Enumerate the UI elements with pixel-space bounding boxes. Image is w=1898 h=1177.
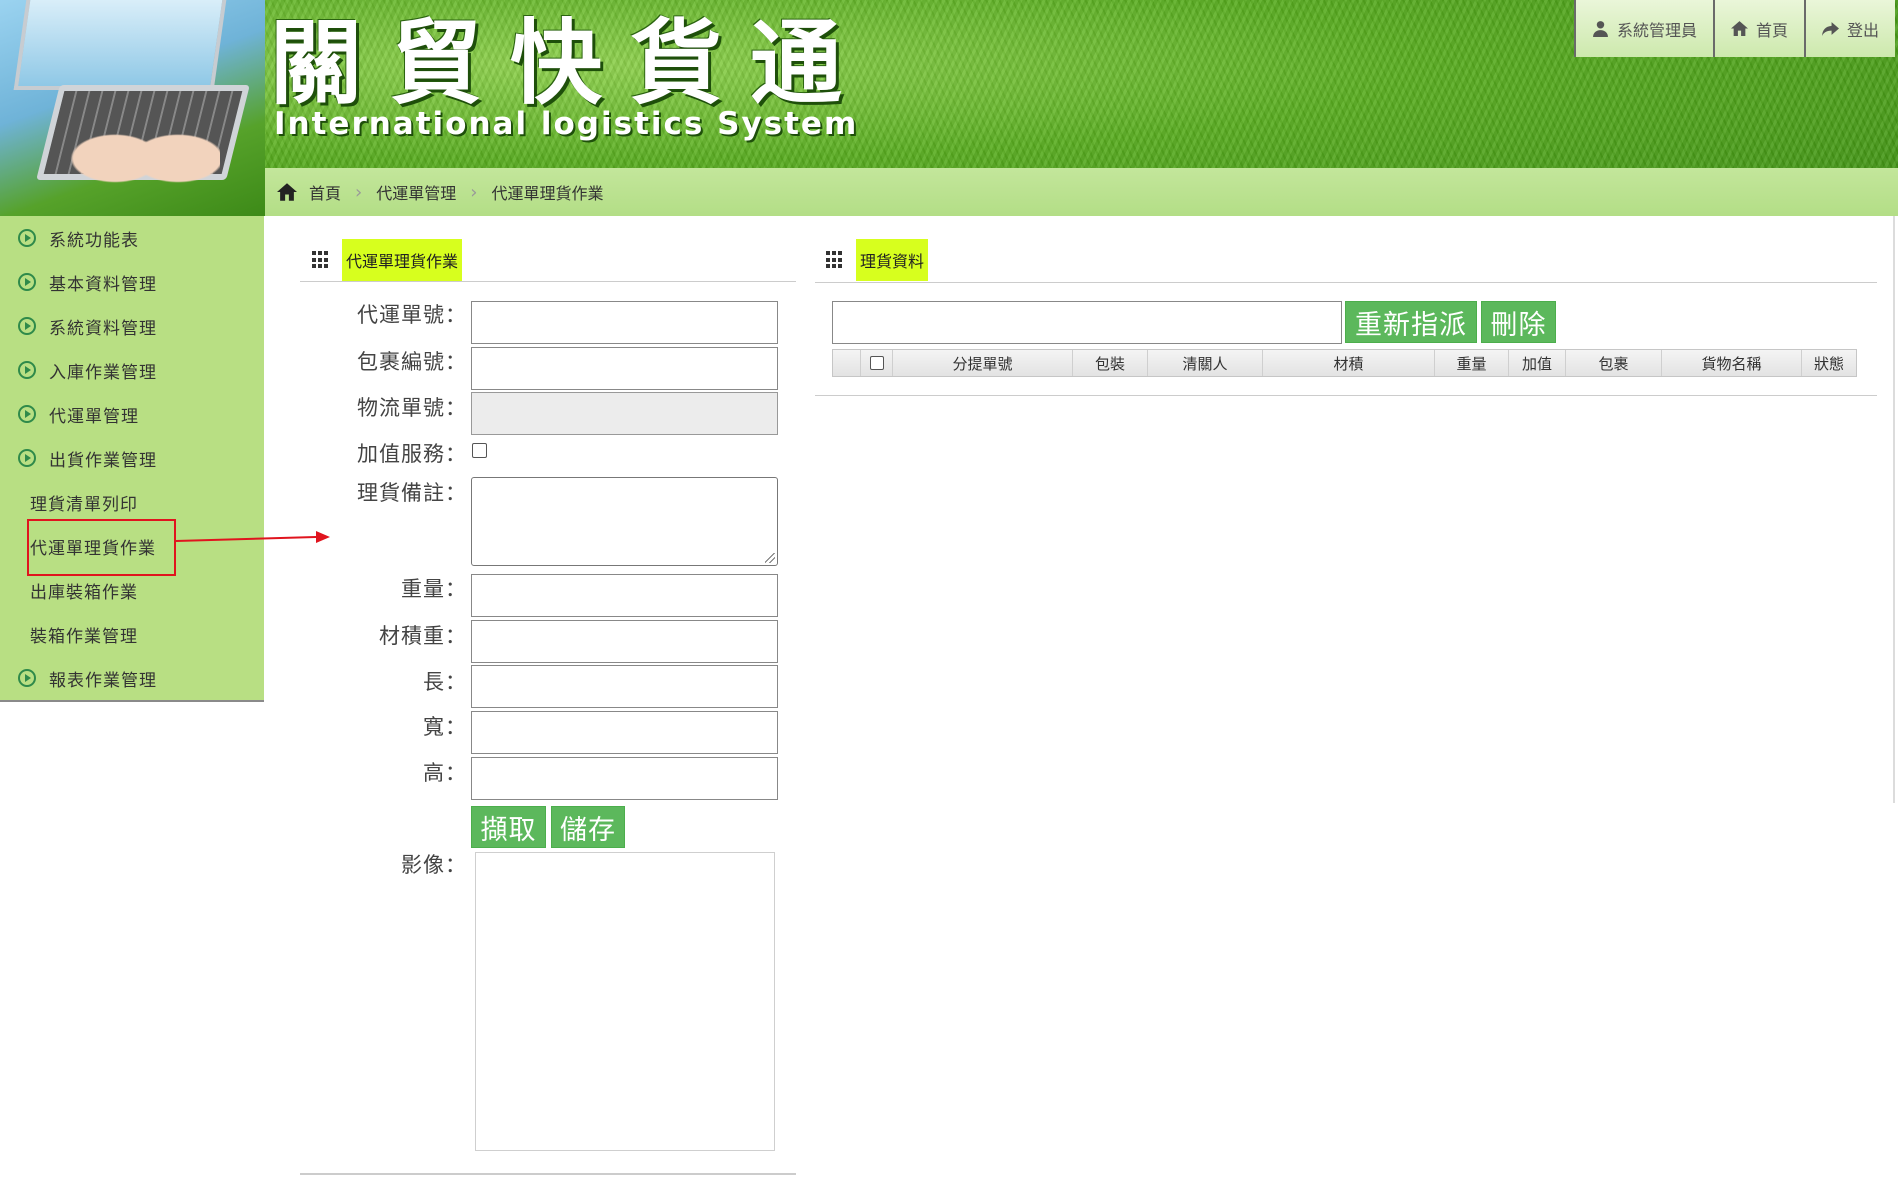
circle-play-icon (18, 669, 36, 687)
logo-chinese-title: 關貿快貨通 (270, 10, 871, 117)
column-header[interactable]: 加值 (1509, 350, 1566, 376)
breadcrumb-shipping-order[interactable]: 代運單管理 (376, 180, 456, 204)
divider (300, 281, 796, 282)
height-input[interactable] (471, 757, 778, 800)
laptop-banner-image (0, 0, 265, 216)
nav-admin-label: 系統管理員 (1616, 20, 1697, 40)
left-panel-header: 代運單理貨作業 (312, 239, 463, 281)
select-all-cell (861, 350, 893, 376)
left-panel-title: 代運單理貨作業 (342, 239, 463, 281)
column-header[interactable]: 重量 (1435, 350, 1509, 376)
breadcrumb: 首頁 › 代運單管理 › 代運單理貨作業 (265, 168, 1898, 216)
tally-table-header: 分提單號 包裝 清關人 材積 重量 加值 包裹 貨物名稱 狀態 (832, 349, 1857, 377)
width-input[interactable] (471, 711, 778, 754)
breadcrumb-home[interactable]: 首頁 (309, 180, 341, 204)
breadcrumb-current: 代運單理貨作業 (491, 184, 604, 203)
app-header: 關貿快貨通 International logistics System 系統管… (0, 0, 1898, 216)
sidebar-item-shipping-order[interactable]: 代運單管理 (0, 392, 264, 436)
user-icon (1593, 21, 1608, 37)
sidebar-item-inbound[interactable]: 入庫作業管理 (0, 348, 264, 392)
sidebar-item-system-data[interactable]: 系統資料管理 (0, 304, 264, 348)
circle-play-icon (18, 229, 36, 247)
sidebar-item-basic-data[interactable]: 基本資料管理 (0, 260, 264, 304)
grid-icon (312, 251, 330, 269)
sidebar-item-system-menu[interactable]: 系統功能表 (0, 216, 264, 260)
resize-grip-icon[interactable] (765, 553, 775, 563)
divider (815, 282, 1877, 283)
weight-label: 重量： (401, 577, 467, 601)
annotation-highlight-box (27, 519, 176, 576)
nav-home-label: 首頁 (1755, 20, 1788, 40)
top-nav: 系統管理員 首頁 登出 (1573, 0, 1895, 57)
remark-textarea[interactable] (471, 477, 778, 566)
nav-home-button[interactable]: 首頁 (1712, 0, 1804, 57)
column-header[interactable]: 狀態 (1802, 350, 1856, 376)
right-panel-header: 理貨資料 (826, 239, 929, 281)
divider (815, 395, 1877, 396)
order-no-label: 代運單號： (357, 303, 467, 327)
logistics-no-input (471, 392, 778, 435)
chevron-right-icon: › (355, 181, 363, 203)
nav-admin-button[interactable]: 系統管理員 (1573, 0, 1713, 57)
capture-button[interactable]: 擷取 (471, 806, 546, 848)
package-no-label: 包裹編號： (357, 350, 467, 374)
circle-play-icon (18, 449, 36, 467)
image-preview (475, 852, 775, 1151)
right-panel-title: 理貨資料 (856, 239, 929, 281)
column-header[interactable]: 貨物名稱 (1662, 350, 1802, 376)
circle-play-icon (18, 361, 36, 379)
delete-button[interactable]: 刪除 (1481, 301, 1556, 343)
table-header-spacer (833, 350, 861, 376)
order-no-input[interactable] (471, 301, 778, 344)
logo-english-title: International logistics System (274, 106, 859, 142)
logistics-no-label: 物流單號： (357, 396, 467, 420)
sidebar-item-reports[interactable]: 報表作業管理 (0, 656, 264, 700)
sidebar-sub-item-packing-management[interactable]: 裝箱作業管理 (0, 612, 264, 656)
home-icon[interactable] (277, 182, 297, 202)
sidebar-item-outbound[interactable]: 出貨作業管理 (0, 436, 264, 480)
chevron-right-icon: › (470, 181, 478, 203)
reassign-input[interactable] (832, 301, 1342, 344)
length-input[interactable] (471, 665, 778, 708)
weight-input[interactable] (471, 574, 778, 617)
column-header[interactable]: 材積 (1263, 350, 1435, 376)
sidebar-sub-item-tally-print[interactable]: 理貨清單列印 (0, 480, 264, 524)
remark-label: 理貨備註： (357, 481, 467, 505)
circle-play-icon (18, 405, 36, 423)
annotation-arrow-icon (175, 531, 330, 543)
column-header[interactable]: 清關人 (1148, 350, 1263, 376)
grid-icon (826, 251, 844, 269)
value-added-label: 加值服務： (357, 442, 467, 466)
height-label: 高： (423, 761, 467, 785)
volume-weight-input[interactable] (471, 620, 778, 663)
width-label: 寬： (423, 715, 467, 739)
column-header[interactable]: 包裹 (1566, 350, 1662, 376)
value-added-checkbox[interactable] (472, 443, 487, 458)
scrollbar-edge[interactable] (1893, 216, 1895, 803)
nav-logout-label: 登出 (1846, 20, 1879, 40)
circle-play-icon (18, 273, 36, 291)
column-header[interactable]: 包裝 (1073, 350, 1148, 376)
nav-logout-button[interactable]: 登出 (1803, 0, 1895, 57)
sidebar: 系統功能表 基本資料管理 系統資料管理 入庫作業管理 代運單管理 出貨作業管理 … (0, 216, 264, 702)
divider (300, 1173, 796, 1175)
select-all-checkbox[interactable] (869, 356, 884, 370)
column-header[interactable]: 分提單號 (893, 350, 1073, 376)
length-label: 長： (423, 670, 467, 694)
package-no-input[interactable] (471, 347, 778, 390)
image-label: 影像： (401, 853, 467, 877)
save-button[interactable]: 儲存 (551, 806, 625, 848)
logout-arrow-icon (1821, 22, 1839, 36)
volume-weight-label: 材積重： (379, 624, 467, 648)
home-icon (1730, 21, 1748, 36)
reassign-button[interactable]: 重新指派 (1345, 301, 1477, 343)
circle-play-icon (18, 317, 36, 335)
